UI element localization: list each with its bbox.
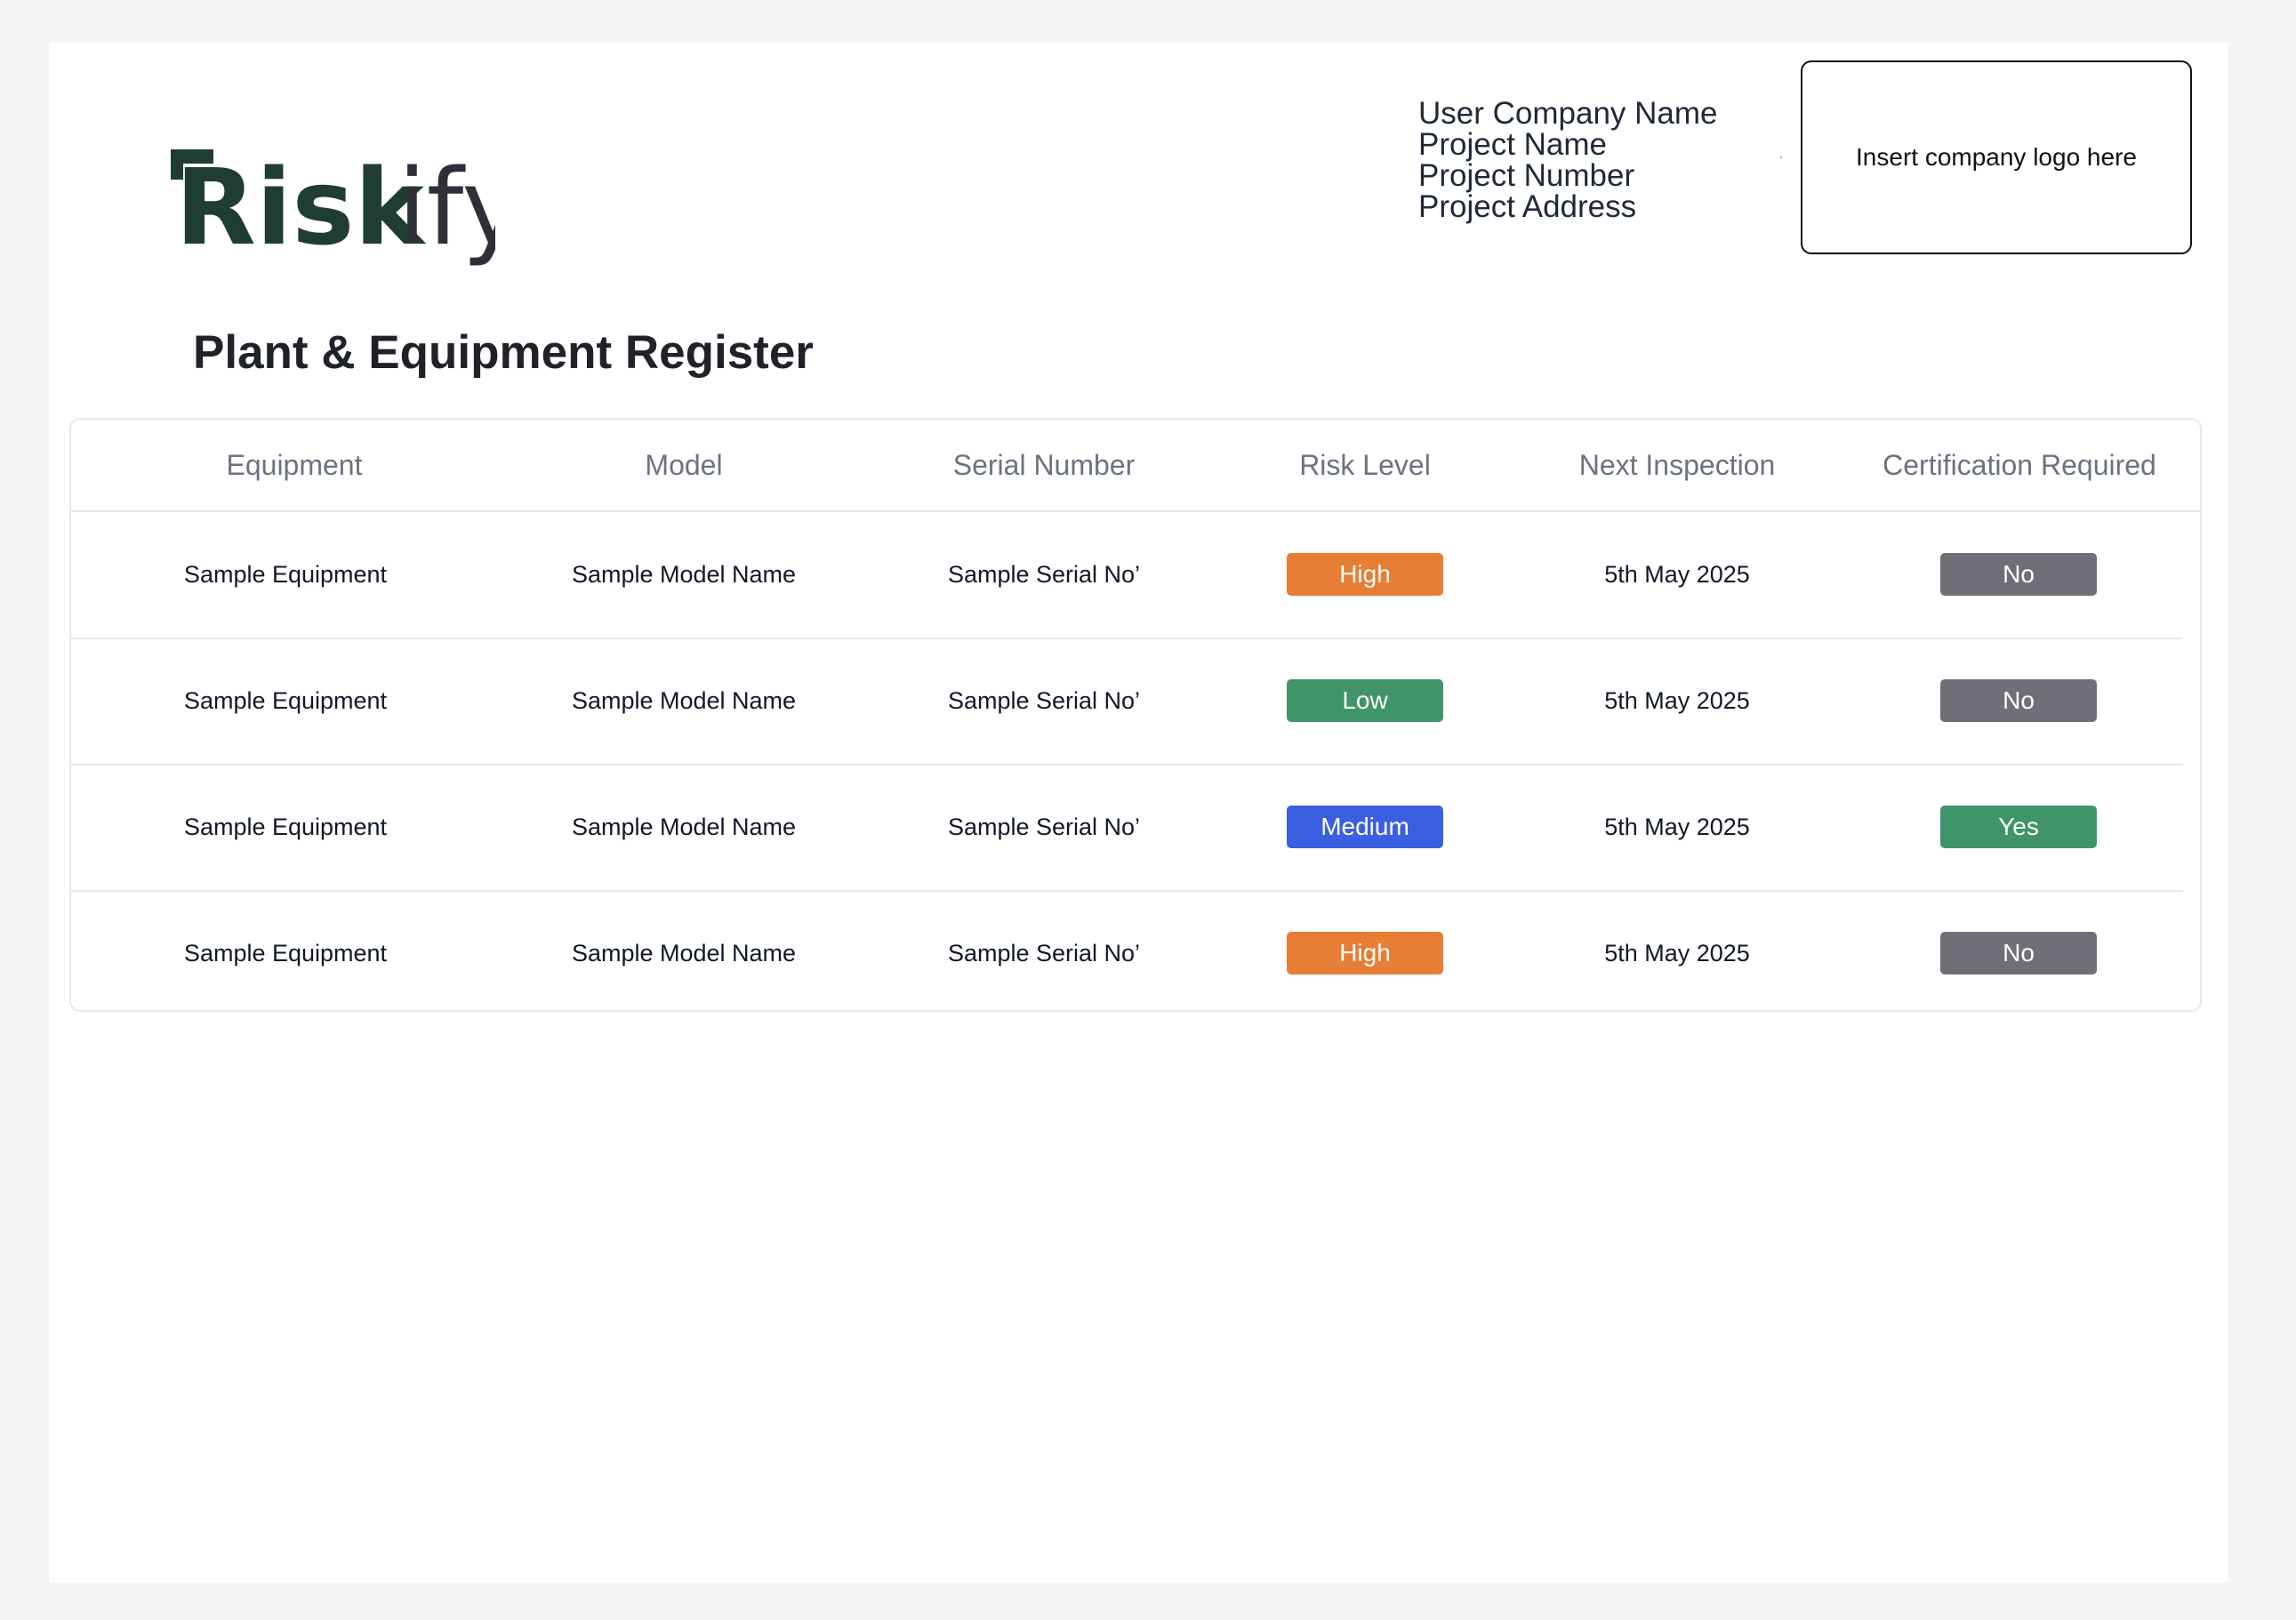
next-inspection-cell: 5th May 2025 [1604,561,1750,588]
header-serial-number: Serial Number [952,449,1136,481]
logo-placeholder-label: Insert company logo here [1856,143,2137,171]
equipment-cell: Sample Equipment [183,814,388,840]
header-certification-required: Certification Required [1883,449,2156,481]
table-row: Sample Equipment Sample Model Name Sampl… [71,511,2183,639]
header-equipment: Equipment [226,449,363,481]
table-header: Equipment Model Serial Number Risk Level… [71,420,2200,512]
serial-cell: Sample Serial No’ [947,561,1141,588]
table-row: Sample Equipment Sample Model Name Sampl… [71,764,2183,892]
model-cell: Sample Model Name [571,687,797,714]
header-model: Model [645,449,723,481]
risk-badge: High [1287,553,1443,596]
risk-badge: Low [1287,679,1443,722]
equipment-cell: Sample Equipment [183,561,388,588]
equipment-cell: Sample Equipment [183,940,388,966]
model-cell: Sample Model Name [571,814,797,840]
header-next-inspection: Next Inspection [1578,449,1776,481]
next-inspection-cell: 5th May 2025 [1604,940,1750,966]
table-row: Sample Equipment Sample Model Name Sampl… [71,890,2183,1010]
serial-cell: Sample Serial No’ [947,814,1141,840]
document-page: Risk ify User Company Name Project Name … [49,43,2228,1583]
certification-badge: No [1940,932,2097,974]
header-risk-level: Risk Level [1299,449,1431,481]
table-row: Sample Equipment Sample Model Name Sampl… [71,638,2183,766]
equipment-table: Equipment Model Serial Number Risk Level… [69,418,2202,1012]
project-address: Project Address [1418,189,1637,224]
model-cell: Sample Model Name [571,940,797,966]
project-info: User Company Name Project Name Project N… [1418,98,1792,222]
separator-dot [1780,156,1782,158]
project-number: Project Number [1418,158,1635,193]
svg-text:Risk: Risk [175,146,427,269]
company-logo-placeholder: Insert company logo here [1801,60,2192,254]
next-inspection-cell: 5th May 2025 [1604,687,1750,714]
equipment-cell: Sample Equipment [183,687,388,714]
page-title: Plant & Equipment Register [193,326,814,379]
certification-badge: No [1940,553,2097,596]
serial-cell: Sample Serial No’ [947,687,1141,714]
certification-badge: Yes [1940,806,2097,848]
risk-badge: High [1287,932,1443,974]
svg-text:ify: ify [397,146,495,269]
project-name: Project Name [1418,127,1608,162]
risk-badge: Medium [1287,806,1443,848]
model-cell: Sample Model Name [571,561,797,588]
company-name: User Company Name [1418,96,1718,131]
next-inspection-cell: 5th May 2025 [1604,814,1750,840]
serial-cell: Sample Serial No’ [947,940,1141,966]
riskify-logo: Risk ify [122,105,495,283]
certification-badge: No [1940,679,2097,722]
